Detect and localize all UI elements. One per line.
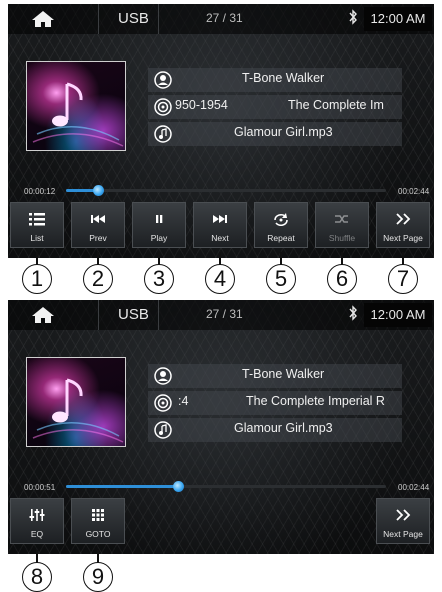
- artist-name: T-Bone Walker: [242, 71, 325, 85]
- bluetooth-icon: [349, 9, 357, 25]
- source-label: USB: [118, 306, 149, 323]
- source-label: USB: [118, 10, 149, 27]
- previous-track-icon: [91, 215, 105, 223]
- callout-1: 1: [22, 264, 52, 294]
- pause-icon: [156, 215, 163, 223]
- elapsed-time: 00:00:12: [24, 187, 56, 196]
- next-page-button[interactable]: Next Page: [376, 498, 430, 544]
- prev-button[interactable]: Prev: [71, 202, 125, 248]
- list-button-label: List: [30, 233, 44, 243]
- next-button-label: Next: [211, 233, 229, 243]
- album-row: :4 The Complete Imperial R: [148, 391, 402, 415]
- album-row: 950-1954 The Complete Im: [148, 95, 402, 119]
- equalizer-icon: [29, 509, 45, 521]
- goto-button[interactable]: GOTO: [71, 498, 125, 544]
- next-button[interactable]: Next: [193, 202, 247, 248]
- player-screen-page-2: USB 27 / 31 12:00 AM T-Bone Walker:4 Th…: [8, 300, 434, 554]
- keypad-icon: [92, 509, 104, 521]
- clock: 12:00 AM: [364, 7, 432, 31]
- shuffle-button[interactable]: Shuffle: [315, 202, 369, 248]
- repeat-button[interactable]: Repeat: [254, 202, 308, 248]
- eq-button-label: EQ: [30, 529, 44, 539]
- eq-button[interactable]: EQ: [10, 498, 64, 544]
- repeat-button-label: Repeat: [267, 233, 295, 243]
- progress-bar[interactable]: [66, 185, 386, 196]
- music-note-art: [32, 82, 124, 147]
- song-title: Glamour Girl.mp3: [234, 421, 333, 435]
- album-name-left: :4: [178, 394, 189, 408]
- bluetooth-icon: [349, 305, 357, 321]
- album-name-left: 950-1954: [175, 98, 228, 112]
- track-counter: 27 / 31: [206, 11, 243, 25]
- callout-9: 9: [83, 562, 113, 592]
- divider: [158, 4, 159, 34]
- play-button[interactable]: Play: [132, 202, 186, 248]
- next-page-button-label: Next Page: [383, 529, 423, 539]
- album-name-right: The Complete Im: [288, 98, 384, 112]
- divider: [98, 4, 99, 34]
- callout-7: 7: [388, 264, 418, 294]
- song-row: Glamour Girl.mp3: [148, 418, 402, 442]
- callout-5: 5: [266, 264, 296, 294]
- album-art: [26, 357, 126, 447]
- clock: 12:00 AM: [364, 303, 432, 327]
- next-track-icon: [213, 215, 227, 223]
- progress-fill: [66, 485, 178, 488]
- song-title: Glamour Girl.mp3: [234, 125, 333, 139]
- list-icon: [29, 213, 45, 226]
- divider: [158, 300, 159, 330]
- player-screen-page-1: USB 27 / 31 12:00 AM T-Bone Walker 950-1…: [8, 4, 434, 258]
- home-icon[interactable]: [30, 306, 56, 324]
- progress-knob[interactable]: [93, 185, 104, 196]
- elapsed-time: 00:00:51: [24, 483, 56, 492]
- status-bar: USB 27 / 31 12:00 AM: [8, 300, 434, 330]
- song-note-icon: [154, 125, 172, 143]
- music-note-art: [32, 378, 124, 443]
- progress-bar[interactable]: [66, 481, 386, 492]
- album-art: [26, 61, 126, 151]
- divider: [98, 300, 99, 330]
- status-bar: USB 27 / 31 12:00 AM: [8, 4, 434, 34]
- callout-6: 6: [327, 264, 357, 294]
- total-time: 00:02:44: [398, 187, 430, 196]
- home-icon[interactable]: [30, 10, 56, 28]
- prev-button-label: Prev: [89, 233, 107, 243]
- artist-name: T-Bone Walker: [242, 367, 325, 381]
- album-disc-icon: [154, 394, 172, 412]
- artist-icon: [154, 367, 172, 385]
- shuffle-icon: [335, 215, 348, 223]
- double-chevron-right-icon: [396, 509, 411, 521]
- artist-row: T-Bone Walker: [148, 68, 402, 92]
- progress-knob[interactable]: [173, 481, 184, 492]
- repeat-icon: [274, 213, 288, 227]
- callout-8: 8: [22, 562, 52, 592]
- song-note-icon: [154, 421, 172, 439]
- callout-4: 4: [205, 264, 235, 294]
- goto-button-label: GOTO: [85, 529, 111, 539]
- shuffle-button-label: Shuffle: [328, 233, 356, 243]
- callout-3: 3: [144, 264, 174, 294]
- callout-2: 2: [83, 264, 113, 294]
- album-disc-icon: [154, 98, 172, 116]
- total-time: 00:02:44: [398, 483, 430, 492]
- play-button-label: Play: [150, 233, 168, 243]
- track-counter: 27 / 31: [206, 307, 243, 321]
- album-name-right: The Complete Imperial R: [246, 394, 385, 408]
- artist-row: T-Bone Walker: [148, 364, 402, 388]
- double-chevron-right-icon: [396, 213, 411, 225]
- song-row: Glamour Girl.mp3: [148, 122, 402, 146]
- next-page-button-label: Next Page: [383, 233, 423, 243]
- artist-icon: [154, 71, 172, 89]
- next-page-button[interactable]: Next Page: [376, 202, 430, 248]
- list-button[interactable]: List: [10, 202, 64, 248]
